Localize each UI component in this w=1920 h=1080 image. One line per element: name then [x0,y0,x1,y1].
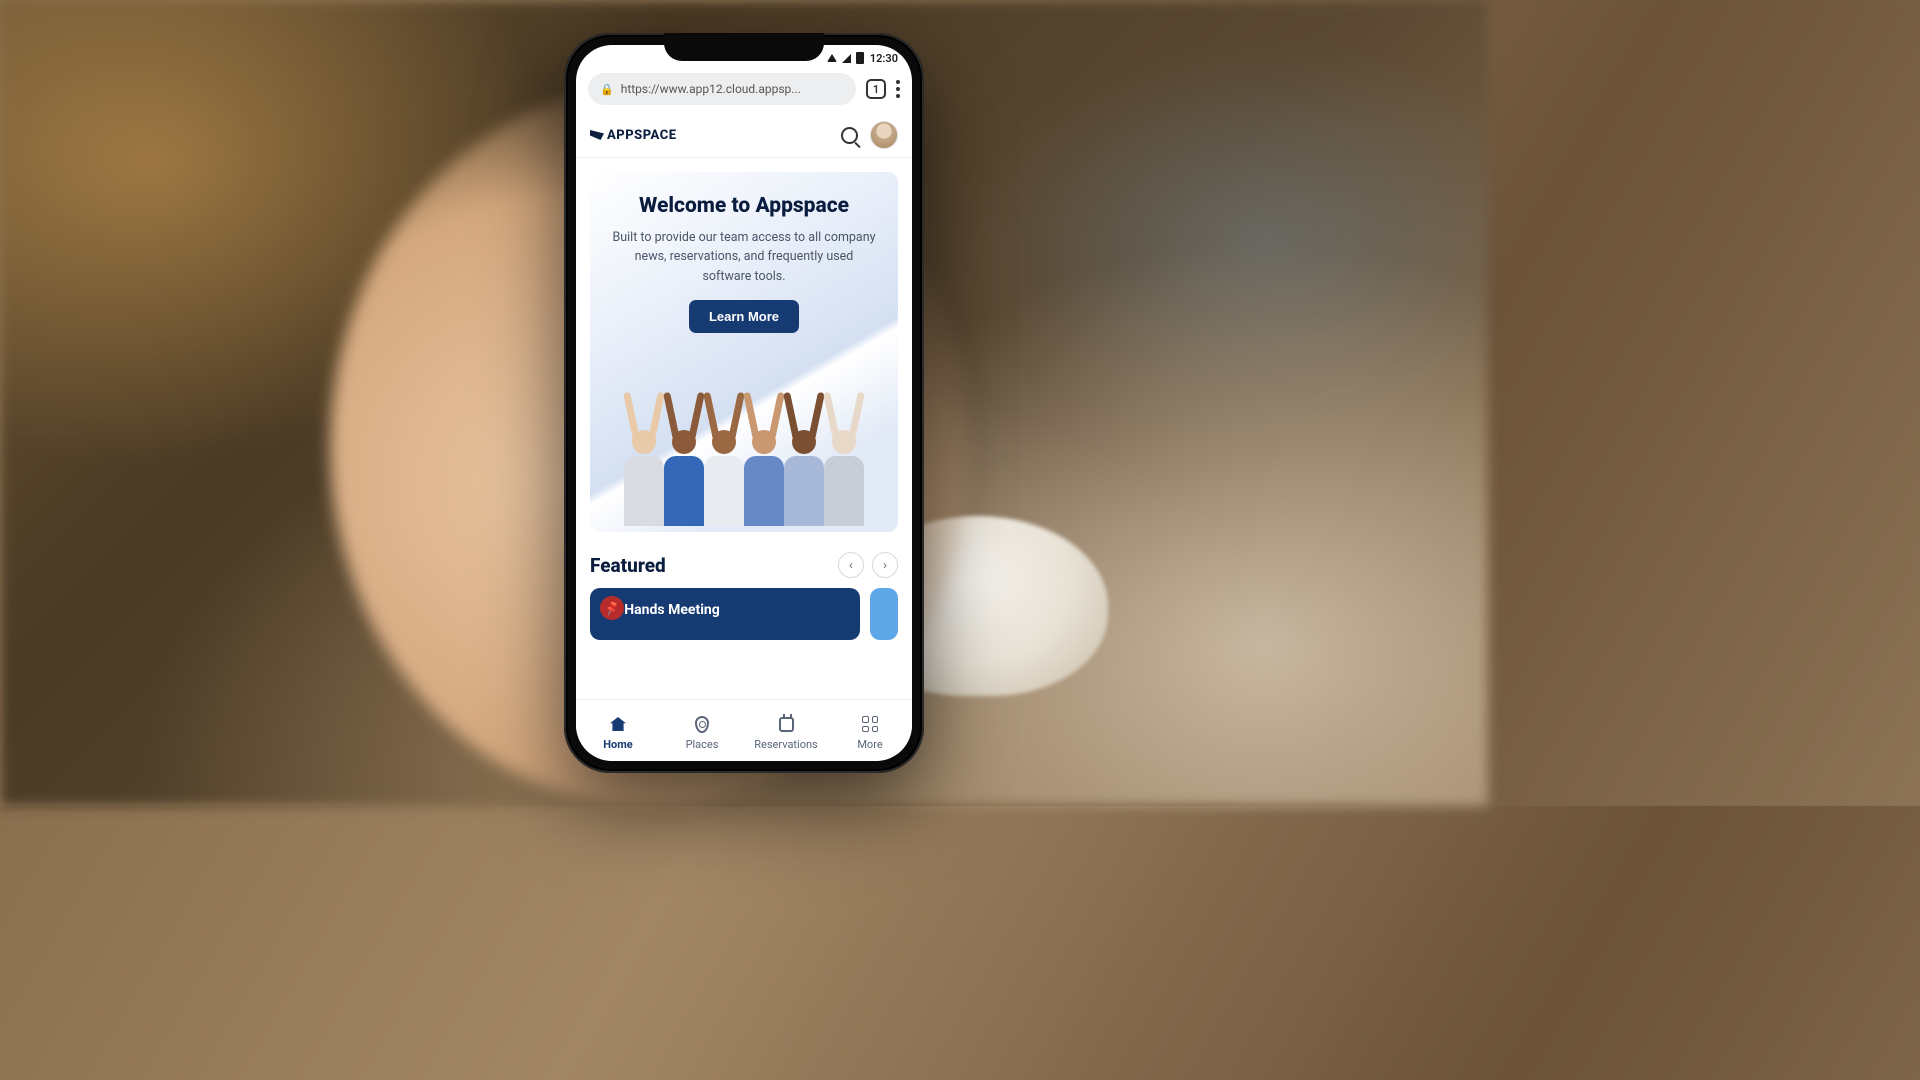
tab-label: More [857,738,882,751]
featured-prev-button[interactable]: ‹ [838,552,864,578]
phone-screen: 12:30 🔒 https://www.app12.cloud.appsp...… [576,45,912,761]
browser-url-bar: 🔒 https://www.app12.cloud.appsp... 1 [576,67,912,113]
chevron-right-icon: › [883,558,887,572]
tab-reservations[interactable]: Reservations [751,715,821,751]
tab-count-button[interactable]: 1 [866,79,886,99]
featured-cards: 📌 All Hands Meeting [590,588,898,640]
calendar-icon [779,717,794,732]
url-field[interactable]: 🔒 https://www.app12.cloud.appsp... [588,73,856,105]
featured-header: Featured ‹ › [590,552,898,578]
battery-icon [856,52,864,64]
signal-icon [842,54,851,63]
status-time: 12:30 [870,52,898,65]
hero-title: Welcome to Appspace [604,194,884,218]
more-icon [862,716,878,732]
chevron-left-icon: ‹ [849,558,853,572]
learn-more-button[interactable]: Learn More [689,300,799,333]
app-header: APPSPACE [576,113,912,158]
featured-card-all-hands[interactable]: 📌 All Hands Meeting [590,588,860,640]
home-icon [610,717,626,731]
featured-card-title: All Hands Meeting [604,602,846,618]
tab-label: Reservations [754,738,817,751]
tab-more[interactable]: More [835,715,905,751]
featured-card-next[interactable] [870,588,898,640]
appspace-logo[interactable]: APPSPACE [590,128,677,143]
logo-text: APPSPACE [607,128,677,143]
hero-illustration [590,382,898,532]
logo-wing-icon [590,130,604,140]
phone-frame: 12:30 🔒 https://www.app12.cloud.appsp...… [564,33,924,773]
places-icon [695,716,709,733]
tab-home[interactable]: Home [583,715,653,751]
featured-next-button[interactable]: › [872,552,898,578]
url-text: https://www.app12.cloud.appsp... [621,82,801,96]
pin-icon: 📌 [597,593,628,624]
tab-label: Home [603,738,632,751]
phone-notch [664,33,824,61]
tab-places[interactable]: Places [667,715,737,751]
main-content[interactable]: Welcome to Appspace Built to provide our… [576,158,912,699]
tab-label: Places [686,738,719,751]
browser-menu-button[interactable] [896,80,900,98]
bottom-tab-bar: Home Places Reservations More [576,699,912,761]
featured-heading: Featured [590,554,666,577]
status-icons [827,52,864,64]
avatar[interactable] [870,121,898,149]
wifi-icon [827,54,837,62]
tab-count-value: 1 [873,83,879,96]
hero-description: Built to provide our team access to all … [604,228,884,286]
lock-icon: 🔒 [600,83,614,96]
search-icon[interactable] [841,127,858,144]
hero-card: Welcome to Appspace Built to provide our… [590,172,898,532]
